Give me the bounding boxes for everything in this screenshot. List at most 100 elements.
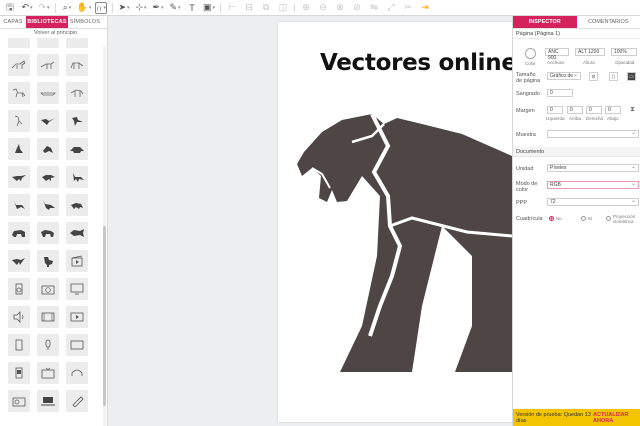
library-item[interactable]	[37, 38, 59, 48]
text-icon[interactable]: T	[186, 2, 198, 14]
landscape-icon[interactable]: ▭	[627, 72, 636, 81]
magnet-icon[interactable]: ∩	[95, 1, 107, 14]
subtract-icon[interactable]: ⊖	[317, 2, 329, 14]
phone-icon[interactable]	[8, 334, 30, 356]
dinosaur-icon[interactable]	[8, 54, 30, 76]
dinosaur-icon[interactable]	[8, 250, 30, 272]
stegosaurus-icon[interactable]	[66, 138, 88, 160]
select-icon[interactable]: ➤	[118, 2, 130, 14]
dinosaur-icon[interactable]	[66, 166, 88, 188]
exclude-icon[interactable]: ⊘	[351, 2, 363, 14]
transform-icon[interactable]: ⤢	[385, 2, 397, 14]
fit-page-icon[interactable]: ⊘	[589, 72, 598, 81]
dinosaur-icon[interactable]	[66, 82, 88, 104]
dinosaur-icon[interactable]	[8, 166, 30, 188]
margin-bottom-input[interactable]: 0	[605, 106, 621, 114]
volume-icon[interactable]	[8, 306, 30, 328]
clapperboard-icon[interactable]	[66, 250, 88, 272]
library-item[interactable]	[8, 38, 30, 48]
dinosaur-icon[interactable]	[8, 138, 30, 160]
crocodile-icon[interactable]	[37, 82, 59, 104]
library-scrollbar-thumb[interactable]	[103, 226, 106, 406]
export-icon[interactable]: ⇥	[419, 2, 431, 14]
align-center-icon[interactable]: ⊟	[243, 2, 255, 14]
film-icon[interactable]	[37, 306, 59, 328]
television-icon[interactable]	[37, 362, 59, 384]
node-icon[interactable]: ⊹	[135, 2, 147, 14]
microphone-icon[interactable]	[37, 334, 59, 356]
video-icon[interactable]	[66, 306, 88, 328]
tab-libraries[interactable]: BIBLIOTECAS	[26, 16, 68, 28]
fish-icon[interactable]	[66, 222, 88, 244]
arrange-icon[interactable]: ⧉	[260, 2, 272, 14]
save-icon[interactable]: 🖫	[4, 2, 16, 14]
phone-icon[interactable]	[8, 362, 30, 384]
radio-icon[interactable]	[8, 390, 30, 412]
page-color-swatch[interactable]	[525, 48, 536, 59]
grid-radio-isometric[interactable]	[606, 216, 611, 221]
upgrade-now-button[interactable]: ACTUALIZAR AHORA	[593, 412, 640, 424]
master-select[interactable]	[547, 130, 639, 138]
margin-left-input[interactable]: 0	[547, 106, 563, 114]
dinosaur-icon[interactable]	[37, 138, 59, 160]
monitor-icon[interactable]	[66, 278, 88, 300]
tv-icon[interactable]	[66, 334, 88, 356]
document-page[interactable]: Vectores online	[278, 22, 512, 422]
tab-comments[interactable]: COMENTARIOS	[576, 16, 640, 29]
tab-symbols[interactable]: SÍMBOLOS	[68, 16, 102, 28]
width-input[interactable]: ANC 900	[545, 48, 569, 61]
dinosaur-icon[interactable]	[8, 82, 30, 104]
intersect-icon[interactable]: ⊗	[334, 2, 346, 14]
trex-icon[interactable]	[66, 110, 88, 132]
dinosaur-icon[interactable]	[8, 194, 30, 216]
dinosaur-icon[interactable]	[37, 166, 59, 188]
grid-radio-no[interactable]	[549, 216, 554, 221]
unit-select[interactable]: Píxeles	[547, 164, 639, 172]
dinosaur-icon[interactable]	[66, 54, 88, 76]
union-icon[interactable]: ⊕	[300, 2, 312, 14]
page-title-text[interactable]: Vectores online	[320, 50, 512, 76]
dodo-icon[interactable]	[37, 250, 59, 272]
dinosaur-icon[interactable]	[37, 54, 59, 76]
zoom-icon[interactable]: ⌕	[61, 2, 73, 14]
speaker-icon[interactable]	[8, 278, 30, 300]
grid-radio-yes[interactable]	[581, 216, 586, 221]
page-size-select[interactable]: Gráfico de	[547, 72, 581, 80]
align-left-icon[interactable]: ⊢	[226, 2, 238, 14]
remote-icon[interactable]	[66, 390, 88, 412]
camera-icon[interactable]	[37, 278, 59, 300]
image-icon[interactable]: ▣	[203, 2, 215, 14]
hand-icon[interactable]: ✋	[77, 2, 90, 14]
dinosaur-icon[interactable]	[66, 194, 88, 216]
mammoth-icon[interactable]	[8, 222, 30, 244]
bleed-input[interactable]: 0	[547, 89, 573, 97]
headphones-icon[interactable]	[66, 362, 88, 384]
canvas-area[interactable]: Vectores online	[108, 16, 512, 426]
height-input[interactable]: ALT 1200	[575, 48, 605, 56]
margin-right-input[interactable]: 0	[586, 106, 602, 114]
group-icon[interactable]: ◫	[277, 2, 289, 14]
dinosaur-icon[interactable]	[8, 110, 30, 132]
laptop-icon[interactable]	[37, 390, 59, 412]
undo-icon[interactable]: ↶	[21, 2, 33, 14]
opacity-input[interactable]: 100%	[611, 48, 637, 56]
panther-vector[interactable]	[292, 106, 512, 376]
brachiosaurus-icon[interactable]	[37, 194, 59, 216]
tab-inspector[interactable]: INSPECTOR	[513, 16, 577, 29]
redo-icon[interactable]: ↷	[38, 2, 50, 14]
tab-layers[interactable]: CAPAS	[0, 16, 26, 28]
library-item[interactable]	[66, 38, 88, 48]
link-margins-icon[interactable]: ⧗	[630, 106, 635, 114]
flip-icon[interactable]: ⇋	[368, 2, 380, 14]
clip-icon[interactable]: ✂	[402, 2, 414, 14]
sabertooth-icon[interactable]	[37, 222, 59, 244]
ppi-select[interactable]: 72	[547, 198, 639, 206]
margin-top-input[interactable]: 0	[567, 106, 583, 114]
color-mode-select[interactable]: RGB	[547, 181, 639, 189]
raptor-icon[interactable]	[37, 110, 59, 132]
portrait-icon[interactable]: ▯	[609, 72, 618, 81]
pencil-icon[interactable]: ✎	[169, 2, 181, 14]
library-scrollbar[interactable]	[103, 46, 106, 426]
pen-icon[interactable]: ✒	[152, 2, 164, 14]
back-to-top-link[interactable]: Volver al principio	[0, 29, 107, 38]
